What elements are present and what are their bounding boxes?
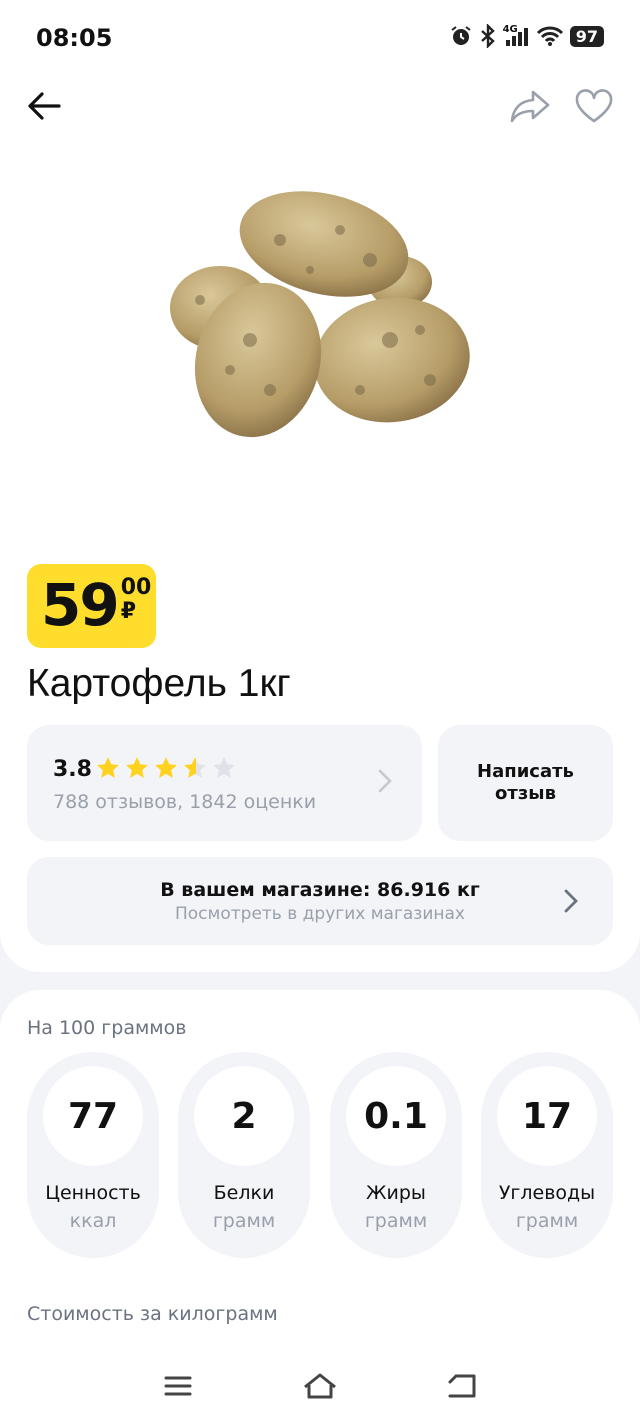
- nutrition-label: Белки: [213, 1182, 275, 1204]
- potatoes-photo: [170, 191, 470, 438]
- star-icon: [97, 757, 119, 778]
- price-badge: 59 00 ₽: [27, 564, 156, 648]
- rating-score: 3.8: [53, 757, 92, 782]
- nutrition-label: Жиры: [366, 1182, 426, 1204]
- back-button[interactable]: [22, 84, 66, 128]
- nutrition-item-fat: 0.1 Жиры грамм: [330, 1052, 462, 1258]
- rating-count: 788 отзывов, 1842 оценки: [53, 791, 317, 813]
- price-currency: ₽: [120, 599, 137, 624]
- bluetooth-icon: [480, 24, 495, 48]
- home-button[interactable]: [298, 1366, 342, 1406]
- cost-per-kg-heading: Стоимость за килограмм: [27, 1303, 278, 1325]
- rating-stars: [95, 755, 237, 781]
- back-arrow-icon: [28, 92, 61, 120]
- rating-card[interactable]: 3.8 788 отзывов, 1842 оценки: [27, 725, 422, 841]
- nutrition-unit: ккал: [69, 1210, 117, 1232]
- price-main: 59: [41, 571, 120, 639]
- nutrition-unit: грамм: [364, 1210, 428, 1232]
- write-review-button[interactable]: Написать отзыв: [438, 725, 613, 841]
- nutrition-item-carbs: 17 Углеводы грамм: [481, 1052, 613, 1258]
- chevron-right-icon: [564, 889, 578, 913]
- status-bar: 08:05 4G 97: [0, 0, 640, 80]
- nutrition-item-calories: 77 Ценность ккал: [27, 1052, 159, 1258]
- store-stock: В вашем магазине: 86.916 кг: [160, 879, 480, 901]
- alarm-icon: [450, 26, 471, 45]
- other-stores-link: Посмотреть в других магазинах: [175, 904, 465, 924]
- home-icon: [304, 1373, 336, 1399]
- signal-icon: [505, 28, 528, 46]
- share-icon: [510, 90, 550, 123]
- menu-icon: [164, 1376, 192, 1396]
- chevron-right-icon: [378, 769, 392, 793]
- write-review-label: Написать отзыв: [477, 761, 574, 804]
- star-icon: [126, 757, 148, 778]
- nutrition-value: 17: [497, 1066, 597, 1166]
- return-icon: [448, 1374, 476, 1398]
- system-nav-bar: [0, 1348, 640, 1423]
- star-empty-icon: [213, 757, 235, 778]
- nutrition-value: 77: [43, 1066, 143, 1166]
- nutrition-heading: На 100 граммов: [27, 1017, 187, 1039]
- nutrition-value: 0.1: [346, 1066, 446, 1166]
- product-title: Картофель 1кг: [27, 662, 291, 705]
- status-time: 08:05: [36, 24, 113, 52]
- nutrition-label: Ценность: [45, 1182, 141, 1204]
- nutrition-unit: грамм: [212, 1210, 276, 1232]
- status-icons: 4G 97: [449, 24, 604, 48]
- price-side: 00 ₽: [121, 576, 152, 624]
- price-kopecks: 00: [120, 575, 152, 600]
- product-image: [160, 180, 480, 440]
- star-icon: [155, 757, 177, 778]
- back-system-button[interactable]: [440, 1366, 484, 1406]
- favorite-button[interactable]: [570, 84, 618, 128]
- nutrition-item-protein: 2 Белки грамм: [178, 1052, 310, 1258]
- share-button[interactable]: [506, 84, 554, 128]
- menu-button[interactable]: [156, 1366, 200, 1406]
- nutrition-label: Углеводы: [498, 1182, 596, 1204]
- store-availability[interactable]: В вашем магазине: 86.916 кг Посмотреть в…: [27, 857, 613, 945]
- battery-level: 97: [569, 25, 604, 47]
- wifi-icon: [536, 26, 563, 46]
- star-half-icon: [184, 757, 206, 778]
- nutrition-unit: грамм: [515, 1210, 579, 1232]
- heart-icon: [575, 89, 613, 123]
- nutrition-value: 2: [194, 1066, 294, 1166]
